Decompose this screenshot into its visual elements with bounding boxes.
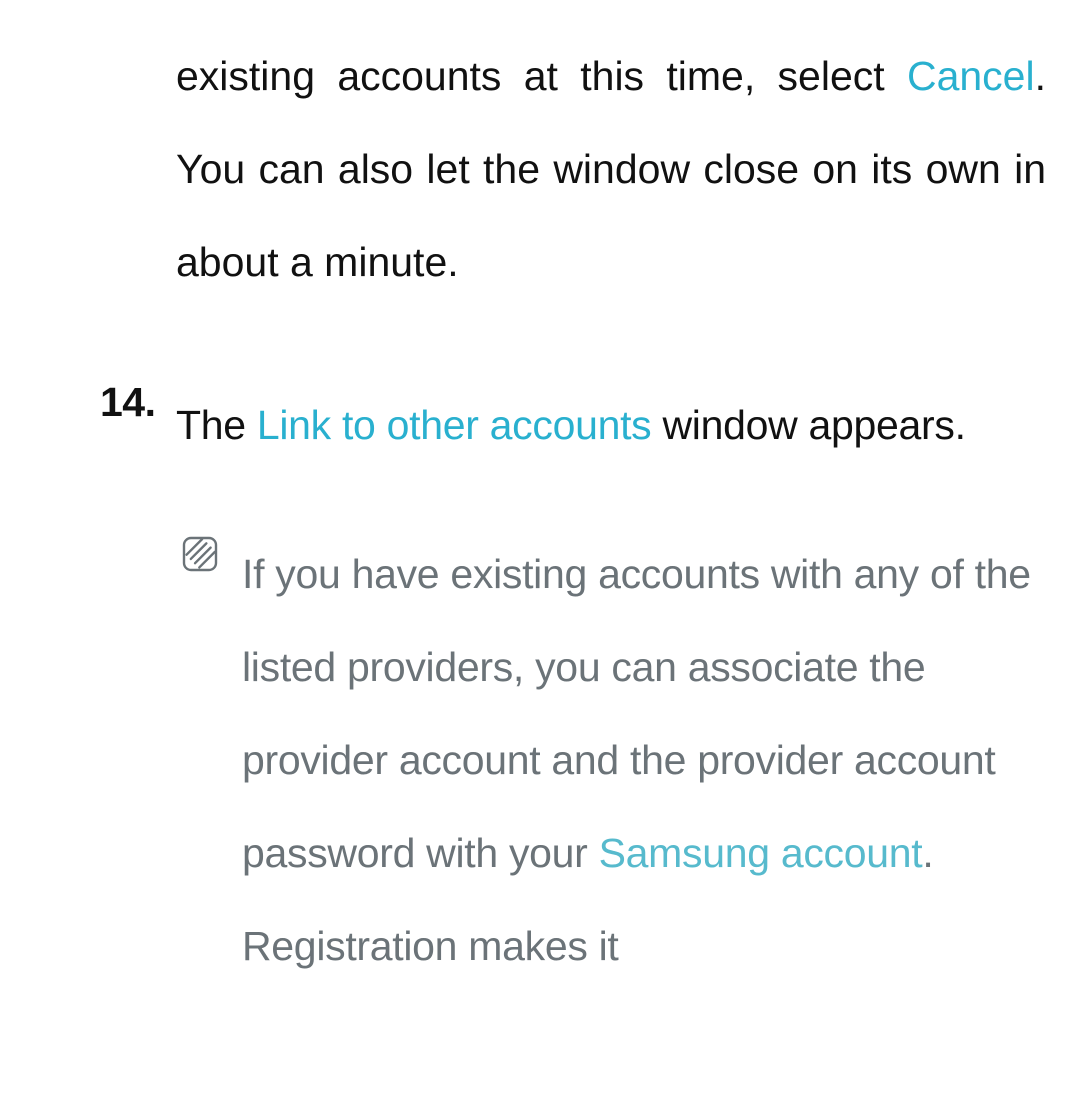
note-block: If you have existing accounts with any o… xyxy=(34,528,1046,993)
note-icon xyxy=(180,534,220,574)
samsung-account-text: Samsung account xyxy=(599,830,923,876)
link-to-other-accounts-text: Link to other accounts xyxy=(257,402,652,448)
step-13-continued-paragraph: existing accounts at this time, select C… xyxy=(34,30,1046,309)
step-13-text-a: existing accounts at this time, select xyxy=(176,53,907,99)
page-content: existing accounts at this time, select C… xyxy=(0,0,1080,993)
note-text-a: If you have existing accounts with any o… xyxy=(242,551,1031,876)
cancel-link-text: Cancel xyxy=(907,53,1035,99)
step-14-number: 14. xyxy=(100,379,176,472)
step-14-text-a: The xyxy=(176,402,257,448)
note-text: If you have existing accounts with any o… xyxy=(242,528,1046,993)
step-14-text-b: window appears. xyxy=(651,402,965,448)
note-icon-column xyxy=(180,528,220,993)
step-14-body: The Link to other accounts window appear… xyxy=(176,379,1046,472)
step-14: 14. The Link to other accounts window ap… xyxy=(34,379,1046,472)
